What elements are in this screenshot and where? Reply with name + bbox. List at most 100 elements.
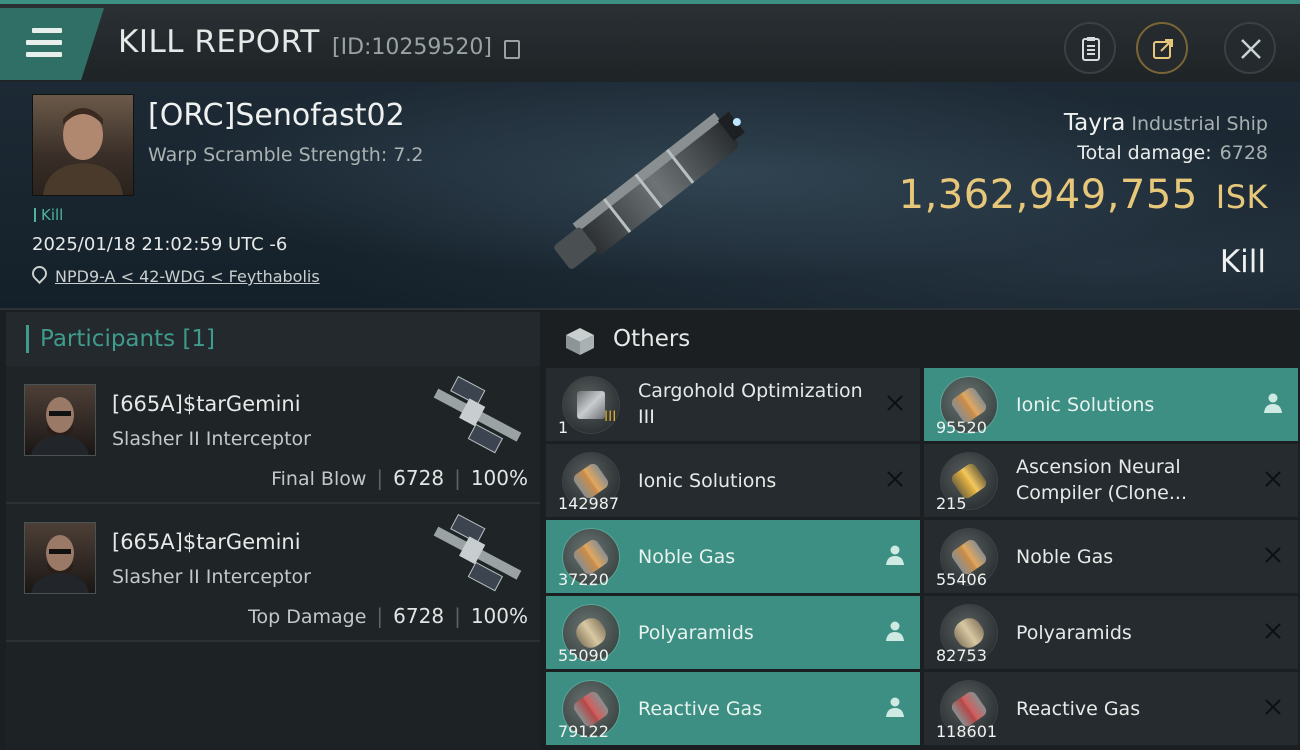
item-cell[interactable]: 55406 Noble Gas [924, 520, 1298, 593]
clipboard-icon [1082, 37, 1100, 61]
menu-button[interactable] [0, 8, 104, 80]
isk-amount: 1,362,949,755 [898, 172, 1198, 218]
participants-header[interactable]: Participants [1] [6, 312, 540, 366]
participants-label: Participants [1] [40, 326, 215, 352]
total-damage-label: Total damage: [1077, 142, 1212, 164]
copy-icon[interactable] [504, 40, 520, 59]
location-pin-icon [28, 262, 51, 285]
character-portrait-icon [31, 535, 89, 593]
item-cell[interactable]: 82753 Polyaramids [924, 596, 1298, 669]
hamburger-icon [26, 28, 62, 64]
total-damage-value: 6728 [1219, 142, 1268, 164]
participant-ship: Slasher II Interceptor [112, 428, 311, 450]
participant-ship-image [433, 514, 522, 592]
item-quantity: 95520 [936, 418, 987, 437]
cargo-box-icon [566, 328, 594, 355]
item-cell[interactable]: 95520 Ionic Solutions [924, 368, 1298, 441]
person-icon [886, 621, 904, 641]
ship-name: Tayra [1063, 110, 1126, 136]
item-cell[interactable]: 79122 Reactive Gas [546, 672, 920, 745]
item-quantity: 55406 [936, 570, 987, 589]
destroyed-icon [1262, 696, 1284, 718]
isk-value: 1,362,949,755 ISK [899, 172, 1268, 218]
participant-percent: 100% [470, 604, 528, 628]
items-header: Others [546, 312, 1300, 368]
item-quantity: 79122 [558, 722, 609, 741]
close-button[interactable] [1224, 22, 1276, 74]
items-title: Others [613, 326, 691, 352]
share-icon [1153, 39, 1173, 59]
item-cell[interactable]: 55090 Polyaramids [546, 596, 920, 669]
item-name: Polyaramids [638, 622, 754, 644]
victim-ship[interactable]: Tayra Industrial Ship [1064, 110, 1268, 136]
item-name: Reactive Gas [638, 698, 763, 720]
participant-damage: 6728 [393, 604, 445, 628]
location-link[interactable]: NPD9-A < 42-WDG < Feythabolis [55, 267, 320, 286]
participant-stats: Top Damage | 6728 | 100% [248, 604, 528, 628]
item-name: Noble Gas [1016, 546, 1114, 568]
item-name: Noble Gas [638, 546, 736, 568]
participant-damage: 6728 [393, 466, 445, 490]
item-quantity: 118601 [936, 722, 998, 741]
participant-name[interactable]: [665A]$tarGemini [112, 530, 301, 554]
participant-role: Top Damage [248, 606, 367, 628]
item-name: Ionic Solutions [638, 470, 777, 492]
outcome-label: Kill [1219, 244, 1266, 280]
items-panel: Others 1 III Cargohold Optimization III … [546, 312, 1300, 750]
participant-row[interactable]: [665A]$tarGemini Slasher II Interceptor … [6, 504, 540, 642]
page-title: KILL REPORT [118, 24, 320, 60]
item-cell[interactable]: 118601 Reactive Gas [924, 672, 1298, 745]
item-name: Cargohold Optimization III [638, 380, 863, 428]
destroyed-icon [1262, 468, 1284, 490]
item-quantity: 142987 [558, 494, 620, 513]
participant-percent: 100% [470, 466, 528, 490]
character-portrait-icon [43, 108, 123, 195]
victim-name[interactable]: [ORC]Senofast02 [148, 98, 405, 133]
isk-unit: ISK [1215, 178, 1268, 216]
person-icon [1264, 393, 1282, 413]
participant-ship: Slasher II Interceptor [112, 566, 311, 588]
warp-scramble-strength: Warp Scramble Strength: 7.2 [148, 144, 424, 166]
meta-level-tag: III [604, 409, 617, 425]
victim-banner: [ORC]Senofast02 Warp Scramble Strength: … [0, 82, 1300, 310]
close-icon [1241, 39, 1261, 59]
participant-ship-image [433, 376, 522, 454]
item-quantity: 215 [936, 494, 967, 513]
item-quantity: 82753 [936, 646, 987, 665]
report-id: [ID:10259520] [332, 35, 492, 60]
item-name: Ionic Solutions [1016, 394, 1155, 416]
character-portrait-icon [31, 397, 89, 455]
item-quantity: 37220 [558, 570, 609, 589]
kill-datetime: 2025/01/18 21:02:59 UTC -6 [32, 234, 288, 255]
destroyed-icon [884, 392, 906, 414]
module-icon [562, 376, 620, 434]
item-name: Polyaramids [1016, 622, 1132, 644]
share-button[interactable] [1136, 22, 1188, 74]
destroyed-icon [1262, 544, 1284, 566]
item-name: Ascension Neural Compiler (Clone... [1016, 456, 1187, 504]
participant-role: Final Blow [271, 468, 367, 490]
item-cell[interactable]: 1 III Cargohold Optimization III [546, 368, 920, 441]
item-quantity: 55090 [558, 646, 609, 665]
victim-ship-image [554, 111, 745, 269]
kill-tag: Kill [34, 206, 63, 224]
participant-row[interactable]: [665A]$tarGemini Slasher II Interceptor … [6, 366, 540, 504]
destroyed-icon [884, 468, 906, 490]
kill-location[interactable]: NPD9-A < 42-WDG < Feythabolis [28, 262, 320, 286]
item-cell[interactable]: 37220 Noble Gas [546, 520, 920, 593]
item-quantity: 1 [558, 418, 569, 437]
participant-name[interactable]: [665A]$tarGemini [112, 392, 301, 416]
header-bar: KILL REPORT [ID:10259520] [0, 0, 1300, 82]
destroyed-icon [1262, 620, 1284, 642]
victim-portrait[interactable] [32, 94, 134, 196]
person-icon [886, 697, 904, 717]
item-name: Reactive Gas [1016, 698, 1141, 720]
participant-stats: Final Blow | 6728 | 100% [271, 466, 528, 490]
clipboard-button[interactable] [1064, 22, 1116, 74]
item-cell[interactable]: 142987 Ionic Solutions [546, 444, 920, 517]
item-cell[interactable]: 215 Ascension Neural Compiler (Clone... [924, 444, 1298, 517]
participant-avatar[interactable] [24, 522, 96, 594]
participant-avatar[interactable] [24, 384, 96, 456]
ship-class: Industrial Ship [1131, 113, 1268, 135]
participants-panel: Participants [1] [665A]$tarGemini Slashe… [6, 312, 540, 750]
